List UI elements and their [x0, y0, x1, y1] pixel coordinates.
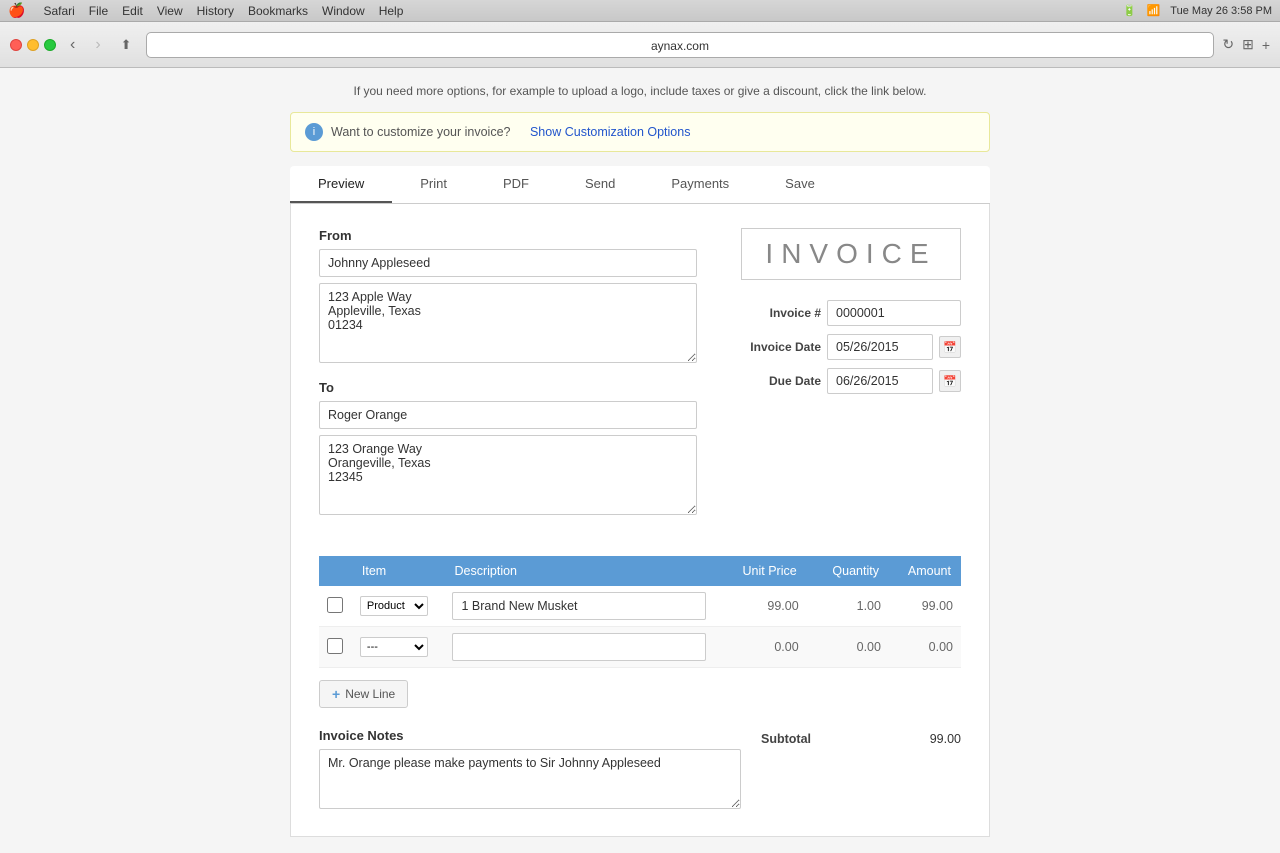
subtotal-value: 99.00 — [930, 732, 961, 746]
menu-window[interactable]: Window — [322, 4, 365, 18]
minimize-button[interactable] — [27, 39, 39, 51]
datetime: Tue May 26 3:58 PM — [1170, 5, 1272, 17]
battery-icon: 🔋 — [1123, 4, 1137, 17]
to-name-input[interactable] — [319, 401, 697, 429]
tab-preview[interactable]: Preview — [290, 166, 392, 203]
row2-checkbox[interactable] — [327, 638, 343, 654]
apple-menu[interactable]: 🍎 — [8, 2, 25, 19]
invoice-area: From 123 Apple Way Appleville, Texas 012… — [290, 204, 990, 837]
fullscreen-button[interactable] — [44, 39, 56, 51]
menu-view[interactable]: View — [157, 4, 183, 18]
col-checkbox — [319, 556, 352, 586]
row2-unit-price: 0.00 — [714, 627, 807, 668]
notes-textarea[interactable]: Mr. Orange please make payments to Sir J… — [319, 749, 741, 809]
col-item: Item — [352, 556, 445, 586]
tab-save[interactable]: Save — [757, 166, 843, 203]
traffic-lights — [10, 39, 56, 51]
from-name-input[interactable] — [319, 249, 697, 277]
from-label: From — [319, 228, 697, 243]
customization-link[interactable]: Show Customization Options — [530, 125, 691, 139]
row1-type-select[interactable]: Product Service Hours — [360, 596, 428, 616]
plus-icon: + — [332, 686, 340, 702]
due-date-calendar[interactable]: 📅 — [939, 370, 961, 392]
items-table: Item Description Unit Price Quantity Amo… — [319, 556, 961, 668]
new-line-button[interactable]: + New Line — [319, 680, 408, 708]
notes-left: Invoice Notes Mr. Orange please make pay… — [319, 728, 741, 812]
subtotal-area: Subtotal 99.00 — [761, 728, 961, 750]
forward-button[interactable]: › — [89, 34, 106, 56]
col-amount: Amount — [889, 556, 961, 586]
menu-edit[interactable]: Edit — [122, 4, 143, 18]
address-bar[interactable]: aynax.com — [146, 32, 1215, 58]
wifi-icon: 📶 — [1147, 4, 1161, 17]
col-unit-price: Unit Price — [714, 556, 807, 586]
menubar-right: 🔋 📶 Tue May 26 3:58 PM — [1123, 4, 1272, 17]
to-label: To — [319, 380, 697, 395]
due-date-input[interactable] — [827, 368, 933, 394]
from-address-input[interactable]: 123 Apple Way Appleville, Texas 01234 — [319, 283, 697, 363]
close-button[interactable] — [10, 39, 22, 51]
invoice-date-input[interactable] — [827, 334, 933, 360]
menubar: 🍎 Safari File Edit View History Bookmark… — [0, 0, 1280, 22]
to-section: To 123 Orange Way Orangeville, Texas 123… — [319, 380, 697, 518]
tab-payments[interactable]: Payments — [643, 166, 757, 203]
new-tab-icon[interactable]: + — [1262, 37, 1270, 53]
invoice-title: INVOICE — [741, 228, 961, 280]
subtotal-row: Subtotal 99.00 — [761, 728, 961, 750]
refresh-icon[interactable]: ↻ — [1222, 36, 1234, 53]
row1-description-input[interactable] — [452, 592, 706, 620]
customization-text: Want to customize your invoice? — [331, 125, 510, 139]
row2-quantity: 0.00 — [807, 627, 889, 668]
sidebar-icon[interactable]: ⊞ — [1242, 36, 1254, 53]
invoice-left: From 123 Apple Way Appleville, Texas 012… — [319, 228, 697, 532]
due-date-label: Due Date — [721, 374, 821, 388]
menu-file[interactable]: File — [89, 4, 108, 18]
invoice-top: From 123 Apple Way Appleville, Texas 012… — [319, 228, 961, 532]
row2-amount: 0.00 — [889, 627, 961, 668]
invoice-date-calendar[interactable]: 📅 — [939, 336, 961, 358]
info-icon: i — [305, 123, 323, 141]
share-button[interactable]: ⬆ — [115, 35, 138, 55]
page-content: If you need more options, for example to… — [0, 68, 1280, 853]
invoice-right: INVOICE Invoice # Invoice Date 📅 Due — [721, 228, 961, 532]
menu-bookmarks[interactable]: Bookmarks — [248, 4, 308, 18]
row1-unit-price: 99.00 — [714, 586, 807, 627]
invoice-date-label: Invoice Date — [721, 340, 821, 354]
row1-amount: 99.00 — [889, 586, 961, 627]
back-button[interactable]: ‹ — [64, 34, 81, 56]
invoice-meta: Invoice # Invoice Date 📅 Due Date 📅 — [721, 300, 961, 402]
browser-toolbar: ‹ › ⬆ aynax.com ↻ ⊞ + — [0, 22, 1280, 68]
invoice-num-row: Invoice # — [721, 300, 961, 326]
info-bar: If you need more options, for example to… — [290, 84, 990, 98]
row1-checkbox[interactable] — [327, 597, 343, 613]
from-section: From 123 Apple Way Appleville, Texas 012… — [319, 228, 697, 366]
menu-help[interactable]: Help — [379, 4, 404, 18]
notes-label: Invoice Notes — [319, 728, 741, 743]
col-description: Description — [444, 556, 714, 586]
row2-description-input[interactable] — [452, 633, 706, 661]
table-row: --- Product Service Hours 0.00 0.00 0.00 — [319, 627, 961, 668]
to-address-input[interactable]: 123 Orange Way Orangeville, Texas 12345 — [319, 435, 697, 515]
new-line-label: New Line — [345, 687, 395, 701]
tab-send[interactable]: Send — [557, 166, 643, 203]
table-row: Product Service Hours 99.00 1.00 99.00 — [319, 586, 961, 627]
tab-bar: Preview Print PDF Send Payments Save — [290, 166, 990, 204]
row2-type-select[interactable]: --- Product Service Hours — [360, 637, 428, 657]
due-date-row: Due Date 📅 — [721, 368, 961, 394]
tab-print[interactable]: Print — [392, 166, 475, 203]
invoice-num-label: Invoice # — [721, 306, 821, 320]
notes-section: Invoice Notes Mr. Orange please make pay… — [319, 728, 961, 812]
customization-notice: i Want to customize your invoice? Show C… — [290, 112, 990, 152]
invoice-date-row: Invoice Date 📅 — [721, 334, 961, 360]
menu-history[interactable]: History — [197, 4, 234, 18]
invoice-num-input[interactable] — [827, 300, 961, 326]
col-quantity: Quantity — [807, 556, 889, 586]
tab-pdf[interactable]: PDF — [475, 166, 557, 203]
menu-safari[interactable]: Safari — [43, 4, 74, 18]
row1-quantity: 1.00 — [807, 586, 889, 627]
subtotal-label: Subtotal — [761, 732, 811, 746]
